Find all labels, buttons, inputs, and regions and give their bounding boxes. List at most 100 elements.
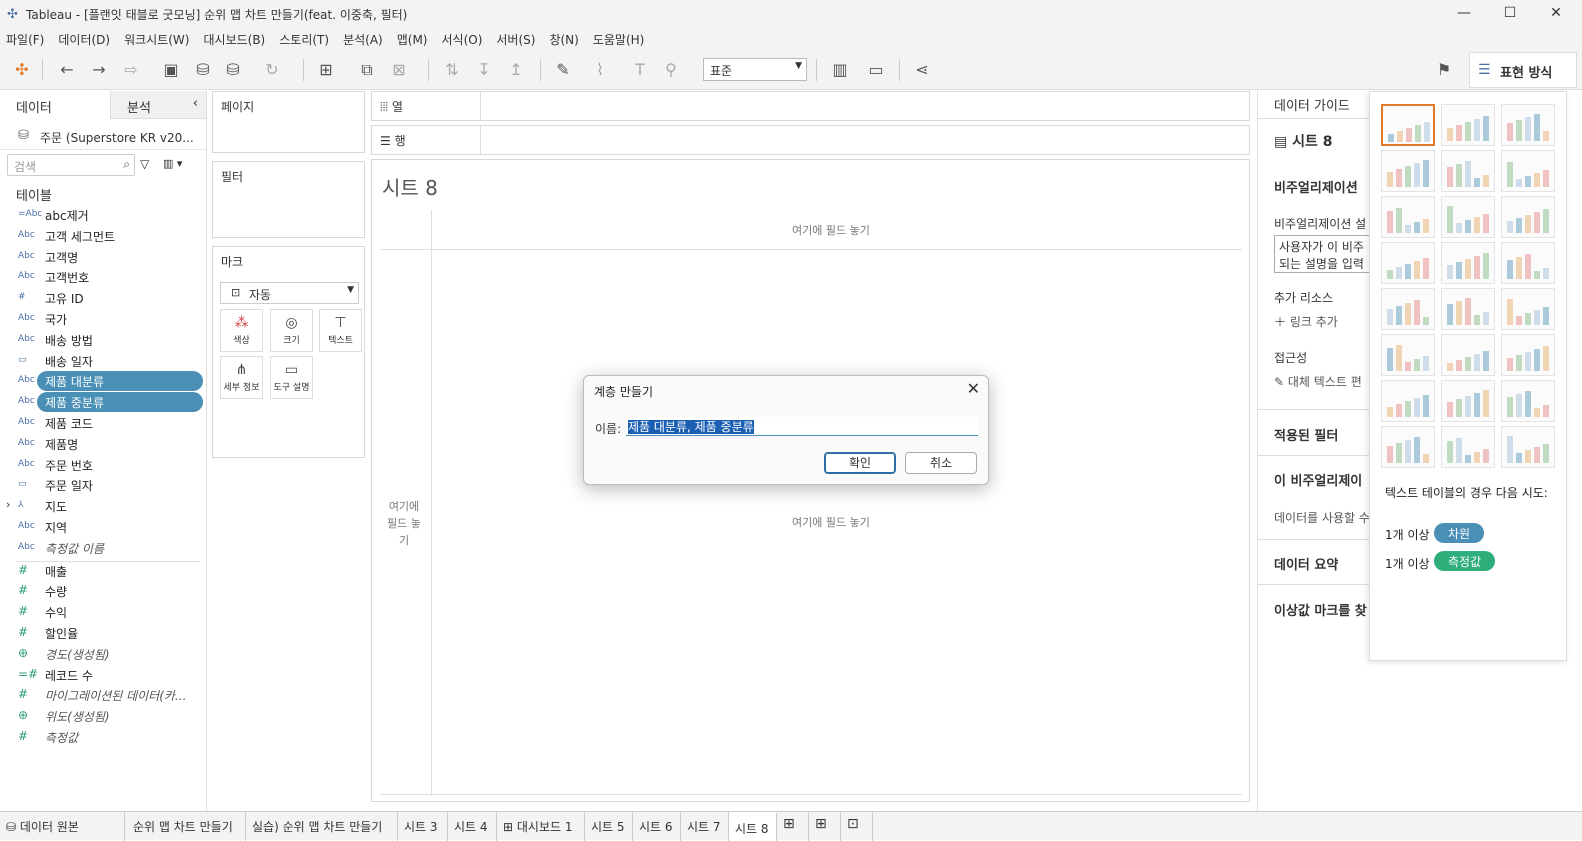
clear-sheet-icon[interactable]: ⊠ [388,59,410,81]
tab-sheet-6[interactable]: 시트 6 [633,812,681,841]
refresh-icon[interactable]: ↻ [261,59,283,81]
cancel-button[interactable]: 취소 [905,452,977,474]
chart-type-thumbnail[interactable] [1441,426,1495,468]
undo-icon[interactable]: ← [56,59,78,81]
chart-type-thumbnail[interactable] [1441,288,1495,330]
tab-dashboard-1[interactable]: ⊞ 대시보드 1 [497,812,585,841]
field-item[interactable]: # 고유 ID [0,288,206,308]
field-item[interactable]: Abc 국가 [0,309,206,329]
chart-type-thumbnail[interactable] [1381,334,1435,376]
close-icon[interactable]: ✕ [967,379,980,398]
add-link-button[interactable]: ＋ 링크 추가 [1274,313,1338,330]
field-item[interactable]: Abc 지역 [0,517,206,537]
description-textarea[interactable]: 사용자가 이 비주 되는 설명을 입력 [1274,235,1374,273]
color-button[interactable]: ⁂ 색상 [220,309,263,352]
menu-item[interactable]: 데이터(D) [52,28,118,48]
show-me-button[interactable]: ☰ 표현 방식 [1469,52,1577,88]
rows-shelf[interactable]: ☰ 행 [371,125,1250,155]
chart-type-thumbnail[interactable] [1381,288,1435,330]
fit-select[interactable]: 표준 ▼ [703,58,807,81]
drop-field-row[interactable]: 여기에 필드 놓기 [384,498,424,549]
duplicate-sheet-icon[interactable]: ⧉ [356,59,378,81]
field-item[interactable]: =Abc abc제거 [0,205,206,225]
chart-type-thumbnail[interactable] [1501,288,1555,330]
tab-sheet-8[interactable]: 시트 8 [729,812,777,841]
field-item[interactable]: # 매출 [0,561,206,581]
tab-sheet-4[interactable]: 시트 4 [448,812,497,841]
swap-icon[interactable]: ⇅ [441,59,463,81]
field-item[interactable]: # 수량 [0,581,206,601]
chart-type-thumbnail[interactable] [1381,242,1435,284]
drop-field-column[interactable]: 여기에 필드 놓기 [792,222,870,238]
hierarchy-name-input[interactable]: 제품 대분류, 제품 중분류 [626,417,978,436]
detail-button[interactable]: ⋔ 세부 정보 [220,356,263,399]
tab-sheet-3[interactable]: 시트 3 [398,812,448,841]
ok-button[interactable]: 확인 [824,452,896,474]
filter-icon[interactable]: ▽ [140,157,149,171]
sort-desc-icon[interactable]: ↥ [505,59,527,81]
labels-icon[interactable]: T [629,59,651,81]
new-sheet-icon[interactable]: ⊞ [315,59,337,81]
tab-sheet-7[interactable]: 시트 7 [681,812,729,841]
menu-item[interactable]: 도움말(H) [587,28,653,48]
search-input[interactable]: 검색 ⌕ [7,154,135,176]
field-item[interactable]: Abc 고객번호 [0,267,206,287]
save-icon[interactable]: ▣ [160,59,182,81]
field-item[interactable]: Abc 제품 중분류 [0,392,206,413]
expand-icon[interactable]: › [6,498,10,511]
sort-asc-icon[interactable]: ↧ [473,59,495,81]
chart-type-thumbnail[interactable] [1501,334,1555,376]
menu-item[interactable]: 맵(M) [391,28,436,48]
tooltip-button[interactable]: ▭ 도구 설명 [270,356,313,399]
new-dashboard-icon[interactable]: ⊞ [809,812,841,841]
size-button[interactable]: ◎ 크기 [270,309,313,352]
chart-type-thumbnail[interactable] [1381,380,1435,422]
field-item[interactable]: Abc 제품 대분류 [0,371,206,392]
chart-type-thumbnail[interactable] [1441,334,1495,376]
pin-icon[interactable]: ⚲ [660,59,682,81]
format-icon[interactable]: ⚑ [1433,59,1455,81]
pause-update-icon[interactable]: ⛁ [222,59,244,81]
field-item[interactable]: # 수익 [0,602,206,622]
tab-analysis[interactable]: 분석 ‹ [110,91,206,119]
redo-icon[interactable]: → [88,59,110,81]
maximize-button[interactable]: ☐ [1487,3,1533,25]
field-item[interactable]: Abc 고객 세그먼트 [0,226,206,246]
tab-data[interactable]: 데이터 [0,91,110,119]
alt-text-button[interactable]: ✎ 대체 텍스트 편 [1274,373,1362,390]
chart-type-thumbnail[interactable] [1441,196,1495,238]
field-item[interactable]: ⊕ 위도(생성됨) [0,706,206,726]
chart-type-thumbnail[interactable] [1441,150,1495,192]
presentation-icon[interactable]: ▭ [865,59,887,81]
new-datasource-icon[interactable]: ⛁ [192,59,214,81]
mark-type-select[interactable]: ⊡ 자동 ▼ [220,282,359,304]
chart-type-thumbnail[interactable] [1381,196,1435,238]
tab-sheet-1[interactable]: 순위 맵 차트 만들기 [125,812,246,841]
pages-shelf[interactable]: 페이지 [212,91,365,153]
field-item[interactable]: Abc 제품 코드 [0,413,206,433]
highlight-icon[interactable]: ✎ [552,59,574,81]
filters-shelf[interactable]: 필터 [212,161,365,238]
field-item[interactable]: ▭ 주문 일자 [0,475,206,495]
field-item[interactable]: Abc 배송 방법 [0,330,206,350]
chart-type-thumbnail[interactable] [1381,150,1435,192]
replay-icon[interactable]: ⇨ [120,59,142,81]
field-item[interactable]: Abc 제품명 [0,434,206,454]
share-icon[interactable]: ⋖ [911,59,933,81]
tab-datasource[interactable]: ⛁ 데이터 원본 [0,812,125,841]
new-worksheet-icon[interactable]: ⊞ [777,812,809,841]
group-icon[interactable]: ⌇ [589,59,611,81]
field-item[interactable]: Abc 측정값 이름 [0,538,206,558]
chart-type-thumbnail[interactable] [1501,196,1555,238]
field-item[interactable]: ▭ 배송 일자 [0,351,206,371]
collapse-icon[interactable]: ‹ [193,96,198,111]
menu-item[interactable]: 서식(O) [436,28,491,48]
tab-sheet-5[interactable]: 시트 5 [585,812,633,841]
field-item[interactable]: # 할인율 [0,623,206,643]
view-options-icon[interactable]: ▥ ▾ [163,157,182,170]
field-item[interactable]: › ⅄ 지도 [0,496,206,516]
menu-item[interactable]: 파일(F) [0,28,52,48]
chart-type-thumbnail[interactable] [1501,104,1555,146]
close-window-button[interactable]: ✕ [1533,3,1579,25]
sheet-title[interactable]: 시트 8 [382,172,438,201]
